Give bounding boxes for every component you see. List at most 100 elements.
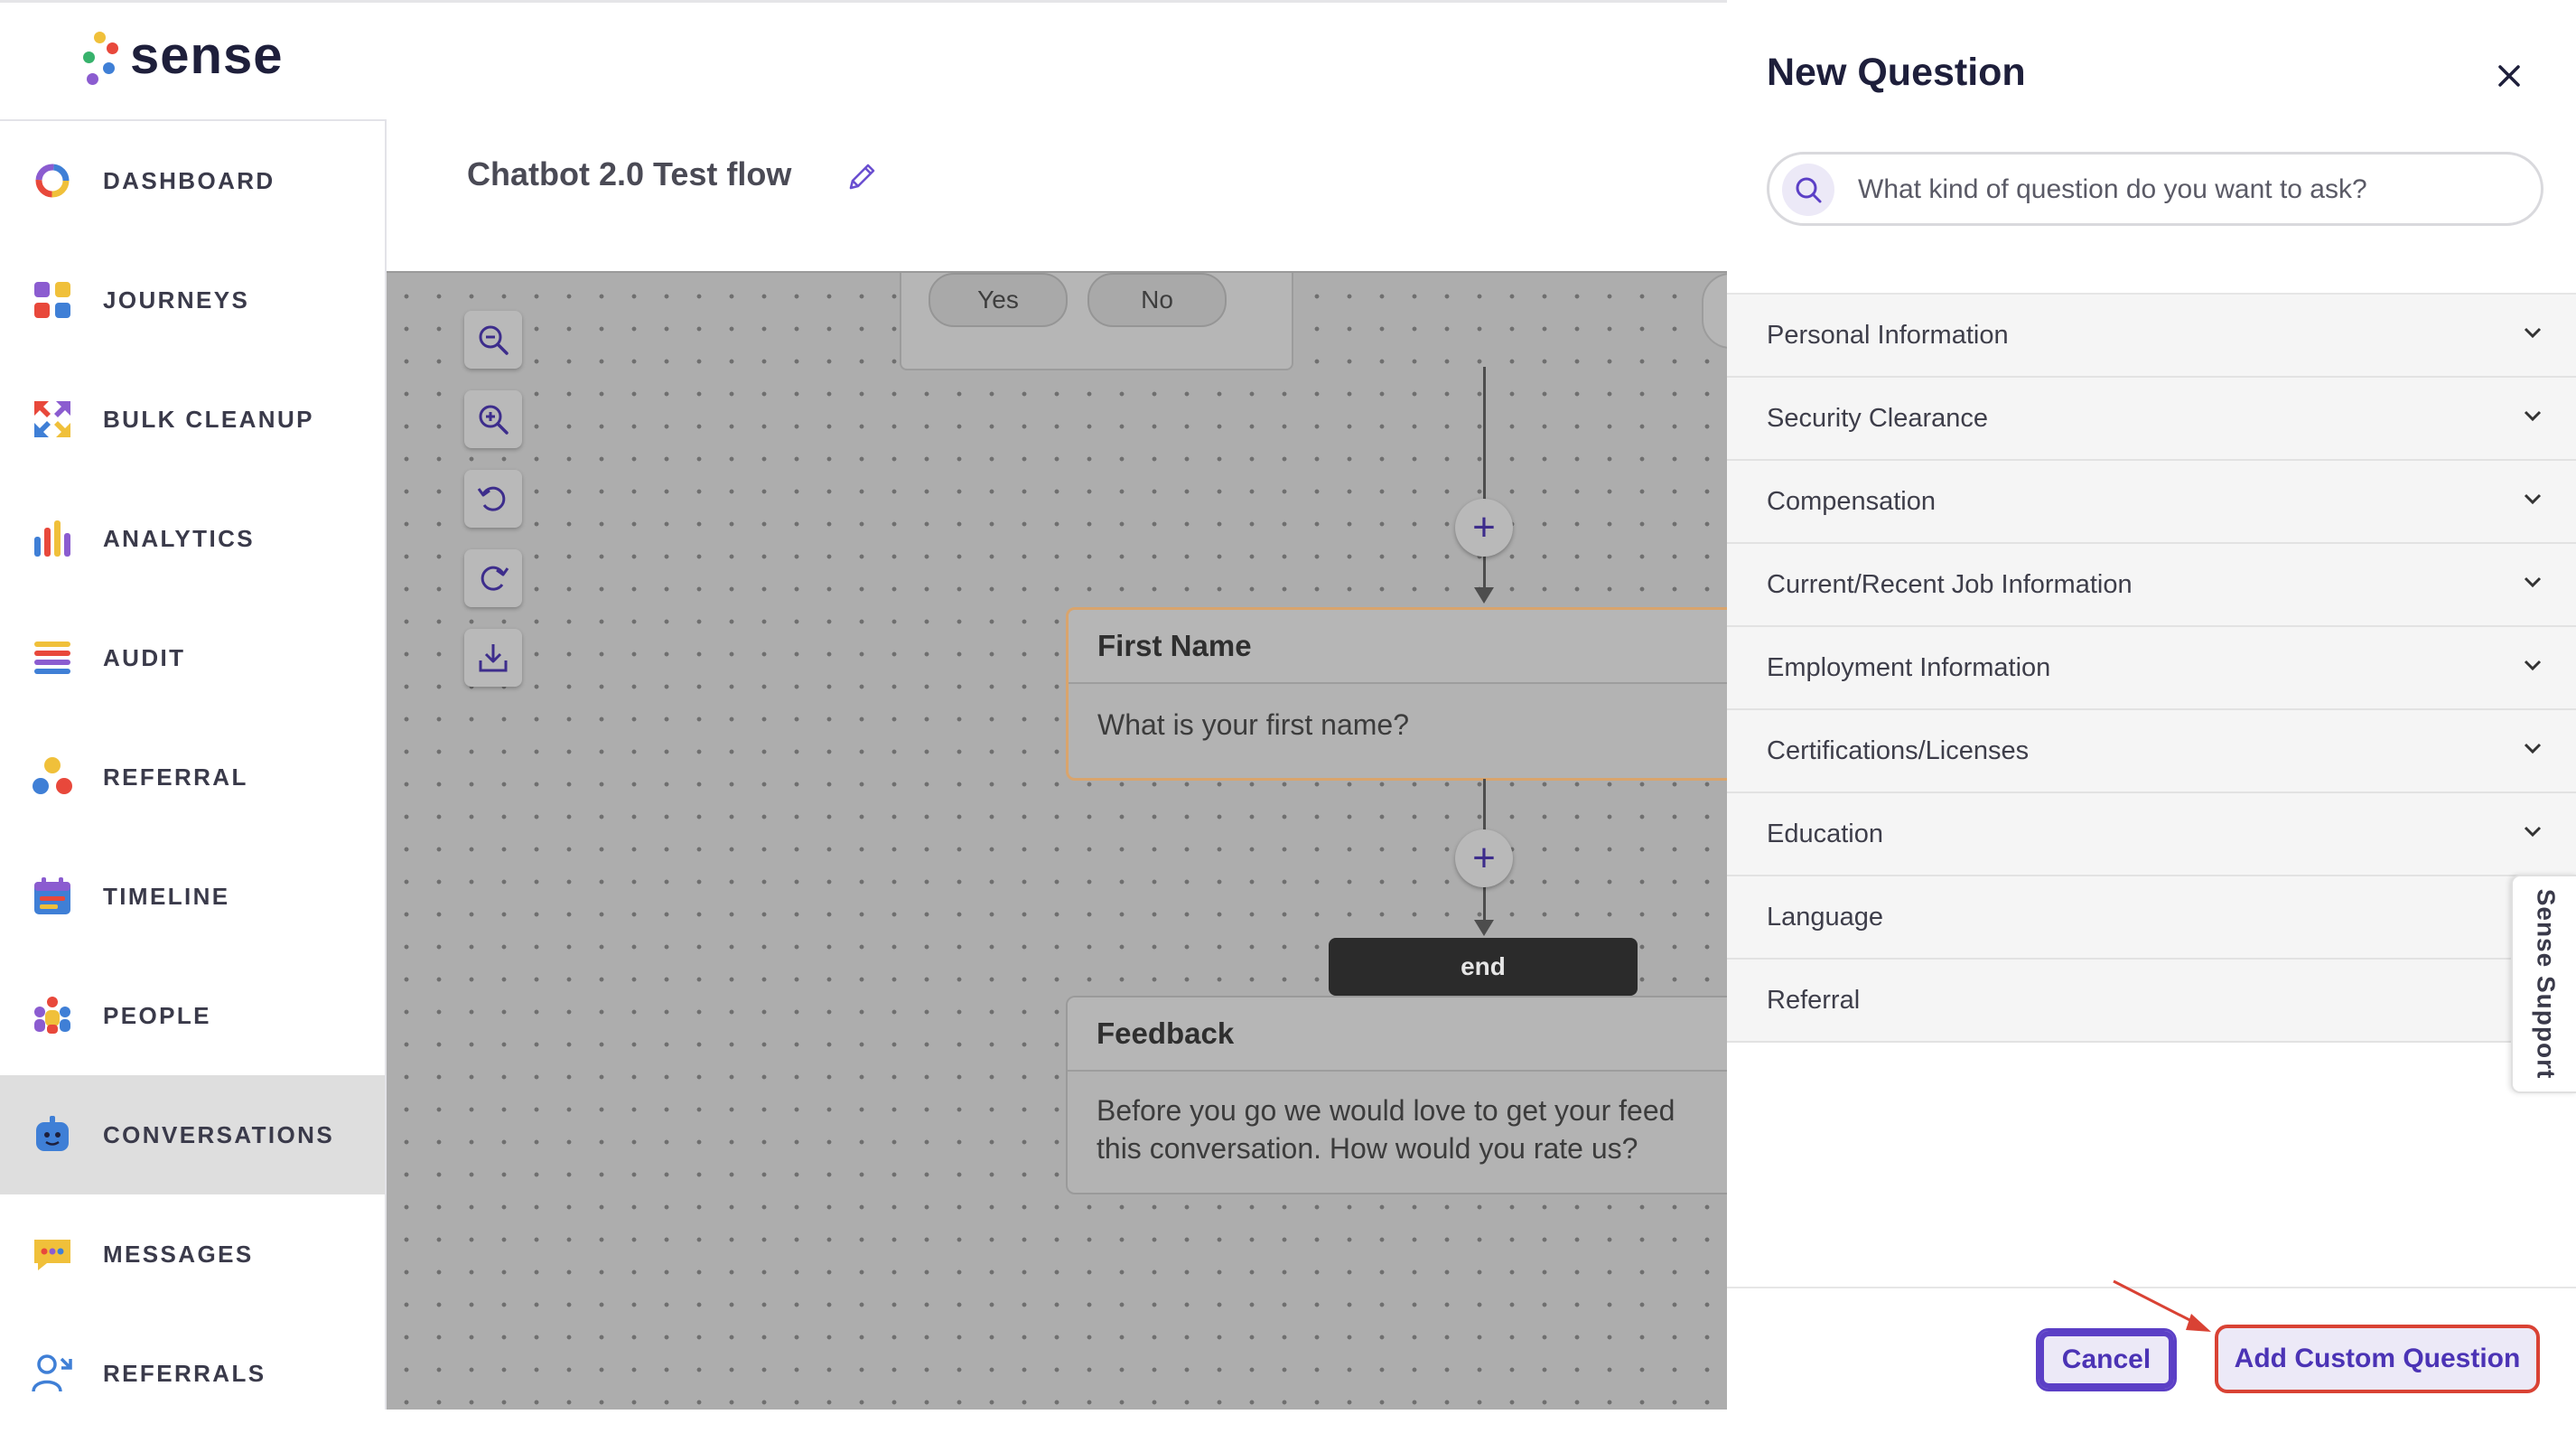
category-list: Personal Information Security Clearance … [1727,293,2576,1043]
sidebar-item-referral[interactable]: REFERRAL [0,717,385,837]
zoom-in-icon [479,405,509,435]
sidebar-item-timeline[interactable]: TIMELINE [0,837,385,956]
bulk-cleanup-arrows-icon [34,401,70,437]
sidebar-item-label: BULK CLEANUP [103,405,314,433]
connector-arrow-icon [1474,920,1494,936]
chevron-down-icon [2524,743,2542,754]
flow-title: Chatbot 2.0 Test flow [467,155,792,192]
category-label: Compensation [1767,486,1936,516]
dashboard-ring-icon [35,164,70,198]
flow-canvas[interactable]: Yes No + First Name What is your first n… [387,271,1727,1410]
branch-option-no[interactable]: No [1087,273,1227,327]
category-label: Language [1767,902,1884,932]
sidebar-item-dashboard[interactable]: DASHBOARD [0,121,385,240]
plus-icon: + [1472,836,1496,880]
support-label: Sense Support [2532,888,2560,1080]
sidebar-item-conversations[interactable]: CONVERSATIONS [0,1075,385,1194]
sidebar-item-label: DASHBOARD [103,166,275,194]
question-node-first-name[interactable]: First Name What is your first name? [1066,607,1727,781]
collapsed-node-edge[interactable] [1702,273,1727,349]
chevron-down-icon [2524,576,2542,588]
sidebar-item-label: AUDIT [103,643,186,671]
chevron-down-icon [2524,327,2542,339]
conversations-bot-icon [36,1116,69,1151]
node-title: First Name [1069,610,1727,684]
node-text-line: Before you go we would love to get your … [1097,1094,1675,1127]
zoom-in-button[interactable] [464,390,522,448]
yes-no-question-node[interactable]: Yes No [900,273,1293,370]
sidebar-item-label: ANALYTICS [103,524,255,552]
analytics-bars-icon [34,520,70,557]
search-icon [1782,164,1834,216]
new-question-panel: New Question Personal Information Securi… [1727,0,2576,1408]
category-language[interactable]: Language [1727,876,2576,960]
annotation-arrow-icon [2113,1279,2211,1332]
sidebar-item-analytics[interactable]: ANALYTICS [0,479,385,598]
connector-line [1483,367,1486,595]
connector-arrow-icon [1474,587,1494,604]
close-icon[interactable] [2493,60,2525,92]
category-referral[interactable]: Referral [1727,960,2576,1043]
sidebar-item-audit[interactable]: AUDIT [0,598,385,717]
undo-button[interactable] [464,470,522,528]
download-icon [479,644,508,672]
sidebar-item-label: CONVERSATIONS [103,1120,335,1148]
redo-button[interactable] [464,549,522,607]
category-education[interactable]: Education [1727,793,2576,876]
add-step-button[interactable]: + [1455,499,1513,557]
end-node[interactable]: end [1329,938,1638,996]
node-text-line: this conversation. How would you rate us… [1097,1132,1638,1165]
branch-option-yes[interactable]: Yes [929,273,1068,327]
category-label: Referral [1767,985,1861,1015]
category-label: Current/Recent Job Information [1767,569,2133,599]
node-title: Feedback [1068,997,1727,1072]
category-label: Security Clearance [1767,403,1988,433]
category-compensation[interactable]: Compensation [1727,461,2576,544]
category-current-recent-job-information[interactable]: Current/Recent Job Information [1727,544,2576,627]
chevron-down-icon [2524,826,2542,838]
audit-list-icon [34,642,70,674]
add-step-button[interactable]: + [1455,829,1513,887]
redo-icon [481,566,509,591]
panel-title: New Question [1767,51,2026,94]
chevron-down-icon [2524,660,2542,671]
question-search[interactable] [1767,152,2543,226]
zoom-out-icon [479,325,509,355]
cancel-button[interactable]: Cancel [2036,1328,2177,1391]
category-label: Personal Information [1767,320,2009,350]
logo-dots-icon [78,24,119,86]
category-personal-information[interactable]: Personal Information [1727,295,2576,378]
undo-icon [477,486,506,511]
messages-bubble-icon [34,1240,70,1270]
sidebar-item-messages[interactable]: MESSAGES [0,1194,385,1314]
sense-logo[interactable]: sense [78,23,283,87]
pencil-edit-icon[interactable] [844,159,880,195]
chevron-down-icon [2524,493,2542,505]
category-label: Certifications/Licenses [1767,735,2030,765]
add-custom-question-button[interactable]: Add Custom Question [2215,1325,2540,1393]
category-employment-information[interactable]: Employment Information [1727,627,2576,710]
category-label: Education [1767,819,1883,848]
sidebar-item-bulk-cleanup[interactable]: BULK CLEANUP [0,360,385,479]
sense-support-tab[interactable]: Sense Support [2511,875,2576,1093]
sidebar-item-label: REFERRALS [103,1359,266,1387]
sidebar-item-label: JOURNEYS [103,286,250,314]
question-node-feedback[interactable]: Feedback Before you go we would love to … [1066,996,1727,1194]
sidebar-item-label: REFERRAL [103,763,248,791]
category-security-clearance[interactable]: Security Clearance [1727,378,2576,461]
zoom-out-button[interactable] [464,311,522,369]
search-input[interactable] [1856,155,2528,225]
node-question-text: What is your first name? [1097,708,1409,741]
category-certifications-licenses[interactable]: Certifications/Licenses [1727,710,2576,793]
sidebar-item-journeys[interactable]: JOURNEYS [0,240,385,360]
timeline-calendar-icon [34,877,70,914]
sidebar-item-label: PEOPLE [103,1001,211,1029]
sidebar-item-label: TIMELINE [103,882,230,910]
chevron-down-icon [2524,410,2542,422]
logo-wordmark: sense [130,25,284,85]
download-button[interactable] [464,629,522,687]
category-label: Employment Information [1767,652,2051,682]
sidebar-item-people[interactable]: PEOPLE [0,956,385,1075]
plus-icon: + [1472,505,1496,549]
sidebar-item-referrals[interactable]: REFERRALS [0,1314,385,1433]
